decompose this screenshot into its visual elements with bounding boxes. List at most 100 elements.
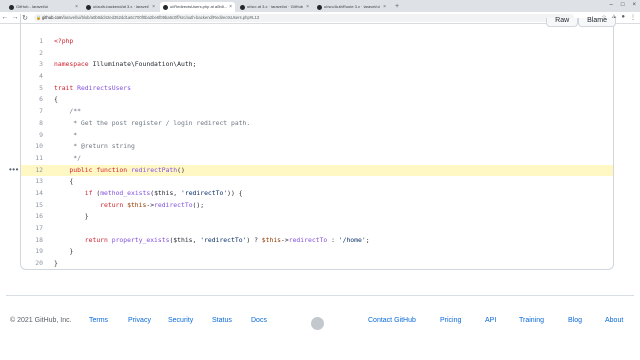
github-favicon bbox=[163, 5, 168, 10]
code-text: } bbox=[54, 212, 89, 221]
code-comment: /** bbox=[54, 107, 81, 116]
minimize-icon[interactable]: – bbox=[610, 0, 613, 10]
line-number[interactable]: 18 bbox=[21, 235, 43, 247]
code-line: 10 * @return string bbox=[21, 141, 613, 153]
line-number[interactable]: 2 bbox=[21, 48, 43, 60]
footer-link-status[interactable]: Status bbox=[212, 317, 232, 324]
forward-icon[interactable]: → bbox=[10, 14, 20, 21]
footer-link-security[interactable]: Security bbox=[168, 317, 193, 324]
browser-tab-bar: GitHub - laravel/ui × ui/auth-backend/at … bbox=[0, 0, 640, 12]
raw-button[interactable]: Raw bbox=[546, 17, 579, 27]
footer: © 2021 GitHub, Inc. Terms Privacy Securi… bbox=[0, 312, 640, 332]
maximize-icon[interactable]: □ bbox=[621, 0, 625, 10]
line-number[interactable]: 8 bbox=[21, 118, 43, 130]
new-tab-button[interactable]: + bbox=[391, 2, 399, 12]
footer-divider bbox=[6, 295, 634, 296]
profile-icon[interactable]: ● bbox=[621, 14, 625, 21]
code-line: 2 bbox=[21, 48, 613, 60]
github-favicon bbox=[9, 5, 14, 10]
line-number[interactable]: 20 bbox=[21, 258, 43, 270]
tab-label: ui/RedirectsUsers.php at a0b8... bbox=[170, 4, 228, 9]
menu-icon[interactable]: ⋮ bbox=[630, 14, 636, 21]
line-number[interactable]: 9 bbox=[21, 130, 43, 142]
tab-label: GitHub - laravel/ui bbox=[16, 4, 49, 9]
footer-link-contact[interactable]: Contact GitHub bbox=[368, 317, 416, 324]
line-number[interactable]: 3 bbox=[21, 59, 43, 71]
code-line: 14 if (method_exists($this, 'redirectTo'… bbox=[21, 188, 613, 200]
close-icon[interactable]: × bbox=[383, 2, 386, 12]
footer-copyright: © 2021 GitHub, Inc. bbox=[10, 317, 72, 324]
code-listing: 1 <?php 2 3 namespace Illuminate\Foundatio… bbox=[21, 36, 613, 270]
code-line: 1 <?php bbox=[21, 36, 613, 48]
line-number[interactable]: 14 bbox=[21, 188, 43, 200]
code-line: 3 namespace Illuminate\Foundation\Auth; bbox=[21, 59, 613, 71]
blame-button[interactable]: Blame bbox=[578, 17, 616, 27]
line-number[interactable]: 4 bbox=[21, 71, 43, 83]
code-text: return $this->redirectTo(); bbox=[54, 200, 205, 209]
code-text: trait RedirectsUsers bbox=[54, 83, 131, 92]
close-icon[interactable]: × bbox=[306, 2, 309, 12]
code-text: return property_exists($this, 'redirectT… bbox=[54, 235, 370, 244]
footer-link-blog[interactable]: Blog bbox=[568, 317, 582, 324]
code-line: 8 * Get the post register / login redire… bbox=[21, 118, 613, 130]
footer-link-about[interactable]: About bbox=[605, 317, 623, 324]
tab-label: ui/auth-backend/at 3.x · laravel/ bbox=[93, 4, 149, 9]
line-number[interactable]: 11 bbox=[21, 153, 43, 165]
octocat-icon[interactable] bbox=[311, 317, 324, 330]
code-line: 18 return property_exists($this, 'redire… bbox=[21, 235, 613, 247]
line-number[interactable]: 13 bbox=[21, 176, 43, 188]
github-favicon bbox=[240, 5, 245, 10]
code-line: 5 trait RedirectsUsers bbox=[21, 83, 613, 95]
back-icon[interactable]: ← bbox=[0, 14, 10, 21]
line-number[interactable]: 10 bbox=[21, 141, 43, 153]
code-text: } bbox=[54, 247, 74, 256]
code-line-highlighted: 12 public function redirectPath() bbox=[21, 164, 613, 177]
code-line: 9 * bbox=[21, 130, 613, 142]
code-text: if (method_exists($this, 'redirectTo')) … bbox=[54, 188, 243, 197]
code-line: 15 return $this->redirectTo(); bbox=[21, 200, 613, 212]
close-icon[interactable]: × bbox=[152, 2, 155, 12]
code-line: 17 bbox=[21, 223, 613, 235]
code-line: 7 /** bbox=[21, 106, 613, 118]
close-icon[interactable]: × bbox=[229, 2, 232, 12]
code-text: <?php bbox=[54, 37, 74, 45]
footer-link-docs[interactable]: Docs bbox=[251, 317, 267, 324]
kebab-icon[interactable]: ••• bbox=[9, 165, 19, 174]
window-controls: – □ × bbox=[610, 0, 636, 10]
code-line: 6{ bbox=[21, 94, 613, 106]
code-text: { bbox=[54, 95, 58, 104]
code-line: 13 { bbox=[21, 176, 613, 188]
browser-tab[interactable]: ui/src at 3.x · laravel/ui · GitHub × bbox=[237, 2, 312, 12]
footer-link-privacy[interactable]: Privacy bbox=[128, 317, 151, 324]
tab-label: ui/src at 3.x · laravel/ui · GitHub bbox=[247, 4, 304, 9]
footer-link-training[interactable]: Training bbox=[519, 317, 544, 324]
close-window-icon[interactable]: × bbox=[632, 0, 636, 10]
browser-tab[interactable]: ui/auth-backend/at 3.x · laravel/× bbox=[83, 2, 158, 12]
line-number[interactable]: 5 bbox=[21, 83, 43, 95]
browser-tab[interactable]: ui/src/AuthRoute 3.x · laravel/ui × bbox=[314, 2, 389, 12]
code-text: namespace Illuminate\Foundation\Auth; bbox=[54, 60, 197, 69]
line-number[interactable]: 16 bbox=[21, 211, 43, 223]
code-comment: * @return string bbox=[54, 142, 135, 151]
line-number[interactable]: 19 bbox=[21, 246, 43, 258]
tab-label: ui/src/AuthRoute 3.x · laravel/ui bbox=[324, 4, 380, 9]
line-number[interactable]: 12 bbox=[21, 165, 43, 177]
line-number[interactable]: 6 bbox=[21, 94, 43, 106]
code-text: { bbox=[54, 177, 74, 186]
footer-link-pricing[interactable]: Pricing bbox=[440, 317, 461, 324]
line-number[interactable]: 15 bbox=[21, 200, 43, 212]
close-icon[interactable]: × bbox=[75, 2, 78, 12]
code-comment: * Get the post register / login redirect… bbox=[54, 118, 251, 127]
footer-link-terms[interactable]: Terms bbox=[89, 317, 108, 324]
file-actions: Raw Blame bbox=[546, 17, 616, 27]
code-comment: * bbox=[54, 130, 78, 139]
github-favicon bbox=[317, 5, 322, 10]
code-line: 11 */ bbox=[21, 153, 613, 165]
line-number[interactable]: 17 bbox=[21, 223, 43, 235]
github-favicon bbox=[86, 5, 91, 10]
line-number[interactable]: 1 bbox=[21, 36, 43, 48]
line-number[interactable]: 7 bbox=[21, 106, 43, 118]
browser-tab-active[interactable]: ui/RedirectsUsers.php at a0b8... × bbox=[160, 2, 235, 12]
footer-link-api[interactable]: API bbox=[485, 317, 496, 324]
browser-tab[interactable]: GitHub - laravel/ui × bbox=[6, 2, 81, 12]
